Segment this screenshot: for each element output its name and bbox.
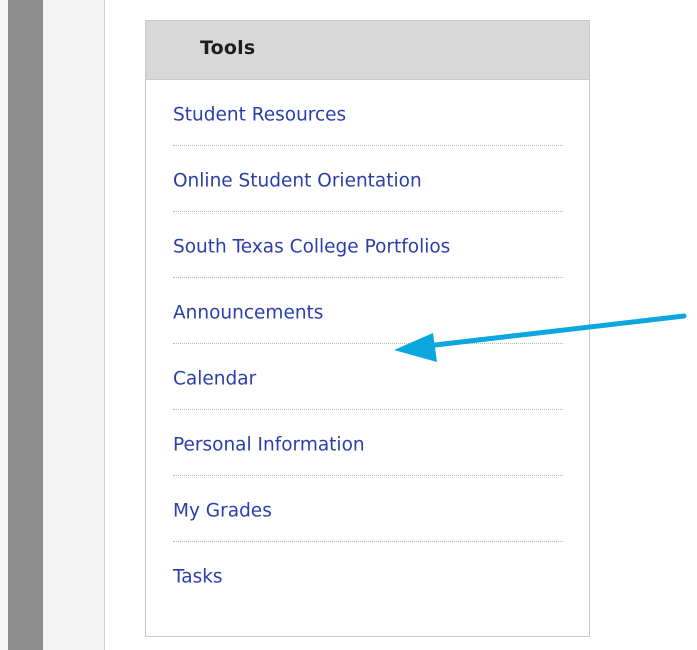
list-item-calendar: Calendar xyxy=(173,344,563,410)
list-item-online-student-orientation: Online Student Orientation xyxy=(173,146,563,212)
my-grades-link[interactable]: My Grades xyxy=(173,501,272,522)
tools-module: Tools Student Resources Online Student O… xyxy=(145,20,590,637)
tools-module-title: Tools xyxy=(200,37,256,59)
left-dark-bar xyxy=(8,0,43,650)
list-item-announcements: Announcements xyxy=(173,278,563,344)
list-item-south-texas-college-portfolios: South Texas College Portfolios xyxy=(173,212,563,278)
list-item-my-grades: My Grades xyxy=(173,476,563,542)
list-item-personal-information: Personal Information xyxy=(173,410,563,476)
personal-information-link[interactable]: Personal Information xyxy=(173,435,365,456)
online-student-orientation-link[interactable]: Online Student Orientation xyxy=(173,171,422,192)
tasks-link[interactable]: Tasks xyxy=(173,567,223,588)
calendar-link[interactable]: Calendar xyxy=(173,369,256,390)
south-texas-college-portfolios-link[interactable]: South Texas College Portfolios xyxy=(173,237,450,258)
page: Tools Student Resources Online Student O… xyxy=(0,0,697,650)
list-item-student-resources: Student Resources xyxy=(173,80,563,146)
left-edge xyxy=(0,0,8,650)
left-light-strip xyxy=(43,0,105,650)
tools-list: Student Resources Online Student Orienta… xyxy=(146,80,589,608)
tools-module-header: Tools xyxy=(146,21,589,80)
student-resources-link[interactable]: Student Resources xyxy=(173,105,346,126)
announcements-link[interactable]: Announcements xyxy=(173,303,323,324)
list-item-tasks: Tasks xyxy=(173,542,563,608)
